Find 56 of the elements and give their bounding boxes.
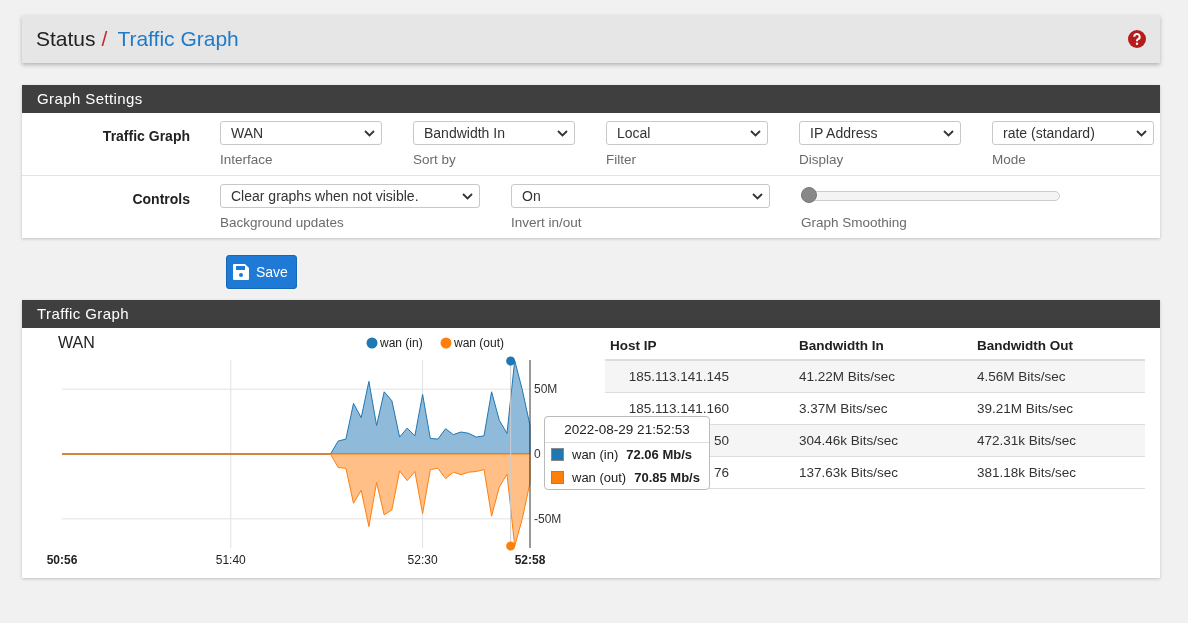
chevron-icon xyxy=(1136,129,1147,137)
table-cell: 41.22M Bits/sec xyxy=(794,360,972,393)
help-text: Graph Smoothing xyxy=(801,215,908,230)
table-cell: 472.31k Bits/sec xyxy=(972,424,1145,457)
floppy-icon xyxy=(232,263,250,281)
chevron-icon xyxy=(752,192,763,200)
tick-label: 51:40 xyxy=(215,553,246,567)
dropdown[interactable]: Clear graphs when not visible. xyxy=(220,184,480,208)
chevron-icon xyxy=(462,192,473,200)
chevron-icon xyxy=(364,129,375,137)
legend-item[interactable]: wan (out) xyxy=(440,336,505,350)
help-text: Filter xyxy=(606,152,637,167)
series-value: 70.85 Mb/s xyxy=(634,470,700,485)
breadcrumb-separator: / xyxy=(101,27,108,51)
table-cell: 137.63k Bits/sec xyxy=(794,456,972,489)
help-text: Background updates xyxy=(220,215,345,230)
help-text: Display xyxy=(799,152,845,167)
panel-title: Graph Settings xyxy=(22,85,1160,113)
help-text: Sort by xyxy=(413,152,457,167)
tick-label: 50M xyxy=(534,382,558,397)
tooltip-title: 2022-08-29 21:52:53 xyxy=(545,417,709,443)
dropdown[interactable]: Local xyxy=(606,121,768,145)
point-marker xyxy=(506,356,516,366)
chevron-icon xyxy=(557,129,568,137)
dropdown[interactable]: rate (standard) xyxy=(992,121,1154,145)
point-marker xyxy=(506,541,516,551)
tick-label: 52:58 xyxy=(514,553,546,567)
chevron-icon xyxy=(943,129,954,137)
panel-title: Traffic Graph xyxy=(22,300,1160,328)
tick-label: 0 xyxy=(534,447,541,461)
dropdown[interactable]: On xyxy=(511,184,770,208)
table-cell: 39.21M Bits/sec xyxy=(972,392,1145,425)
help-text: Interface xyxy=(220,152,274,167)
slider-thumb[interactable] xyxy=(801,187,817,203)
table-cell: 3.37M Bits/sec xyxy=(794,392,972,425)
row-label: Traffic Graph xyxy=(101,127,190,144)
legend-item[interactable]: wan (in) xyxy=(366,336,423,350)
chart-title: WAN xyxy=(58,334,95,351)
row-label: Controls xyxy=(131,190,190,207)
tick-label: 50:56 xyxy=(46,553,78,567)
help-text: Invert in/out xyxy=(511,215,583,230)
breadcrumb-section: Status xyxy=(36,27,96,51)
table-cell: 304.46k Bits/sec xyxy=(794,424,972,457)
dropdown[interactable]: IP Address xyxy=(799,121,961,145)
breadcrumb-link[interactable]: Traffic Graph xyxy=(117,27,1122,51)
tick-label: -50M xyxy=(534,511,562,526)
save-button[interactable]: Save xyxy=(226,255,297,289)
table-cell: 185.113.141.145 xyxy=(605,360,794,393)
chevron-icon xyxy=(750,129,761,137)
tick-label: 52:30 xyxy=(407,553,438,567)
help-text: Mode xyxy=(992,152,1027,167)
help-icon[interactable] xyxy=(1128,30,1146,48)
dropdown[interactable]: Bandwidth In xyxy=(413,121,575,145)
dropdown[interactable]: WAN xyxy=(220,121,382,145)
table-cell: 381.18k Bits/sec xyxy=(972,456,1145,489)
table-cell: 4.56M Bits/sec xyxy=(972,360,1145,393)
